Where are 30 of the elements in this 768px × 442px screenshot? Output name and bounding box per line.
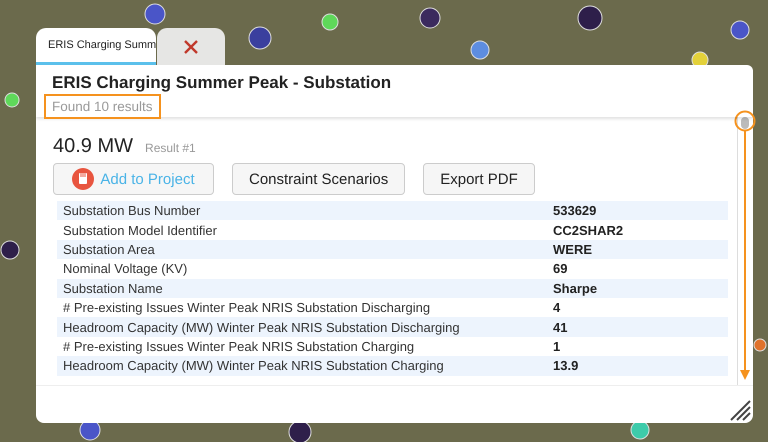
row-label: Substation Bus Number xyxy=(62,203,202,218)
close-tab-button[interactable] xyxy=(157,28,225,65)
row-label: Nominal Voltage (KV) xyxy=(62,261,188,276)
row-label: Headroom Capacity (MW) Winter Peak NRIS Substation Charging xyxy=(62,358,445,374)
row-label: Substation Name xyxy=(62,280,164,296)
close-icon xyxy=(183,38,199,54)
row-value: 4 xyxy=(553,300,560,316)
panel-title: ERIS Charging Summer Peak - Substation xyxy=(52,73,392,93)
scroll-thumb[interactable] xyxy=(741,117,749,129)
row-value: 533629 xyxy=(553,203,596,218)
action-button[interactable]: Export PDF xyxy=(423,163,535,195)
tab[interactable]: ERIS Charging Summ xyxy=(36,28,156,65)
row-value: CC2SHAR2 xyxy=(553,222,624,238)
row-value: 13.9 xyxy=(553,358,578,374)
action-button[interactable]: Constraint Scenarios xyxy=(232,163,406,195)
resize-grip-icon[interactable] xyxy=(729,399,751,421)
result-count: Found 10 results xyxy=(44,94,161,119)
result-label: Result #1 xyxy=(145,141,196,155)
row-value: 69 xyxy=(553,261,568,276)
row-value: 41 xyxy=(553,320,568,335)
row-label: Headroom Capacity (MW) Winter Peak NRIS Substation Discharging xyxy=(62,320,461,335)
result-value: 40.9 MW xyxy=(53,135,134,158)
row-label: Substation Area xyxy=(62,242,156,257)
row-label: # Pre-existing Issues Winter Peak NRIS Substation Discharging xyxy=(62,300,432,316)
row-value: 1 xyxy=(553,338,560,354)
row-label: # Pre-existing Issues Winter Peak NRIS Substation Charging xyxy=(62,338,416,354)
row-value: Sharpe xyxy=(553,280,598,296)
row-label: Substation Model Identifier xyxy=(62,222,218,238)
row-value: WERE xyxy=(553,242,592,257)
plug-icon xyxy=(72,168,94,190)
